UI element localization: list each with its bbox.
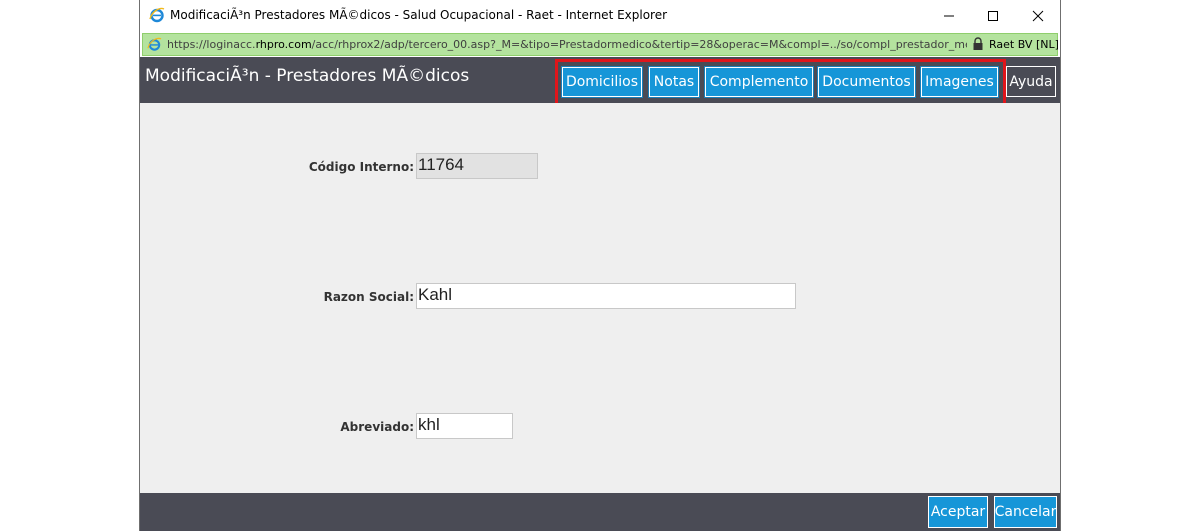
- page-header: ModificaciÃ³n - Prestadores MÃ©dicos Dom…: [140, 57, 1060, 106]
- abreviado-input[interactable]: khl: [416, 413, 513, 439]
- browser-window: ModificaciÃ³n Prestadores MÃ©dicos - Sal…: [139, 0, 1061, 531]
- codigo-interno-label: Código Interno:: [308, 160, 414, 174]
- lock-icon[interactable]: [972, 37, 984, 51]
- minimize-button[interactable]: [926, 0, 972, 32]
- codigo-interno-field: 11764: [416, 153, 538, 179]
- form-area: Código Interno: 11764 Razon Social: Kahl…: [140, 103, 1060, 493]
- razon-social-label: Razon Social:: [323, 290, 414, 304]
- site-identity[interactable]: Raet BV [NL]: [989, 38, 1059, 51]
- page-icon: [147, 37, 162, 51]
- minimize-icon: [944, 15, 954, 17]
- page-footer: Aceptar Cancelar: [140, 493, 1060, 531]
- address-bar[interactable]: https://loginacc.rhpro.com/acc/rhprox2/a…: [142, 33, 1059, 56]
- imagenes-button[interactable]: Imagenes: [920, 66, 999, 98]
- url-rest: /acc/rhprox2/adp/tercero_00.asp?_M=&tipo…: [311, 38, 967, 51]
- razon-social-input[interactable]: Kahl: [416, 283, 796, 309]
- maximize-icon: [988, 11, 998, 21]
- abreviado-label: Abreviado:: [340, 420, 414, 434]
- help-button[interactable]: Ayuda: [1006, 66, 1056, 97]
- close-button[interactable]: [1015, 0, 1061, 32]
- domicilios-button[interactable]: Domicilios: [561, 66, 643, 98]
- maximize-button[interactable]: [970, 0, 1016, 32]
- page-title: ModificaciÃ³n - Prestadores MÃ©dicos: [145, 66, 470, 86]
- url-text[interactable]: https://loginacc.rhpro.com/acc/rhprox2/a…: [167, 38, 967, 51]
- complemento-button[interactable]: Complemento: [704, 66, 814, 98]
- cancelar-button[interactable]: Cancelar: [994, 496, 1057, 528]
- window-title: ModificaciÃ³n Prestadores MÃ©dicos - Sal…: [170, 8, 668, 22]
- url-domain: rhpro.com: [255, 38, 312, 51]
- notas-button[interactable]: Notas: [648, 66, 700, 98]
- title-bar: ModificaciÃ³n Prestadores MÃ©dicos - Sal…: [140, 0, 1060, 32]
- aceptar-button[interactable]: Aceptar: [928, 496, 988, 528]
- documentos-button[interactable]: Documentos: [817, 66, 916, 98]
- internet-explorer-icon: [149, 7, 165, 23]
- close-icon: [1032, 10, 1044, 22]
- url-prefix: https://loginacc.: [167, 38, 256, 51]
